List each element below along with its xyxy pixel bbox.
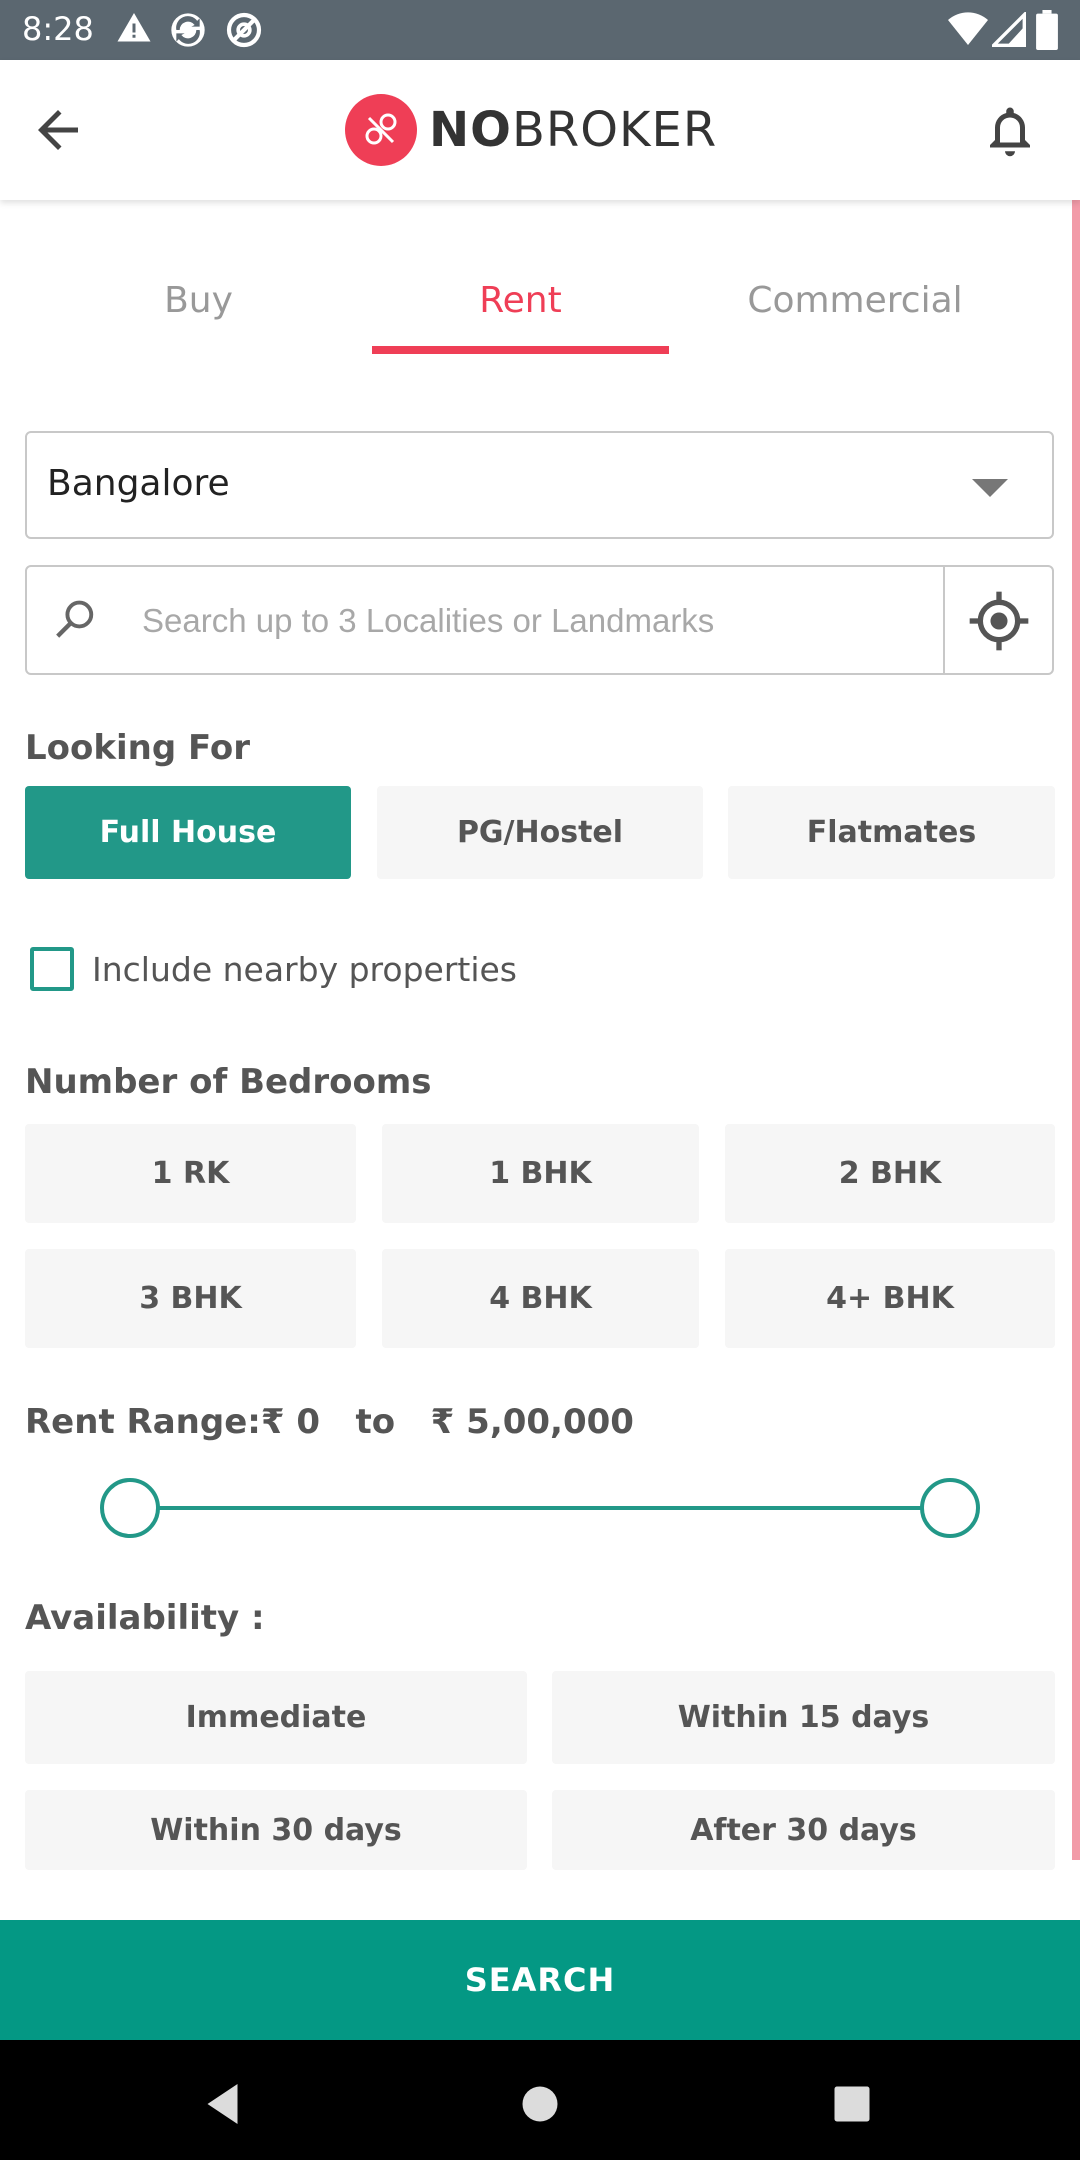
bedroom-option-4plus-bhk[interactable]: 4+ BHK: [725, 1249, 1055, 1348]
availability-within-15-days[interactable]: Within 15 days: [552, 1671, 1055, 1764]
nav-back-button[interactable]: [195, 2074, 255, 2134]
bedroom-option-1rk[interactable]: 1 RK: [25, 1124, 356, 1223]
slider-thumb-max[interactable]: [920, 1478, 980, 1538]
active-tab-indicator: [372, 346, 669, 354]
availability-after-30-days[interactable]: After 30 days: [552, 1790, 1055, 1870]
looking-for-pg-hostel[interactable]: PG/Hostel: [377, 786, 703, 879]
notification-button[interactable]: [980, 100, 1040, 160]
wifi-icon: [948, 12, 988, 53]
status-time: 8:28: [22, 10, 94, 48]
rent-range-slider[interactable]: [100, 1478, 980, 1538]
bedroom-option-4bhk[interactable]: 4 BHK: [382, 1249, 699, 1348]
include-nearby-label: Include nearby properties: [92, 949, 517, 989]
rent-range-label: Rent Range:₹ 0 to ₹ 5,00,000: [25, 1402, 634, 1442]
triangle-back-icon: [207, 2084, 238, 2124]
tab-rent[interactable]: Rent: [372, 280, 669, 340]
city-select[interactable]: Bangalore: [25, 431, 1054, 539]
availability-label: Availability :: [25, 1598, 265, 1638]
search-input[interactable]: [142, 587, 942, 655]
slider-track: [130, 1506, 950, 1510]
locality-search: [25, 565, 1054, 675]
rent-range-min: ₹ 0: [260, 1402, 321, 1442]
search-divider: [943, 567, 945, 673]
availability-within-30-days[interactable]: Within 30 days: [25, 1790, 527, 1870]
logo-mark-icon: [345, 94, 417, 166]
nav-recents-button[interactable]: [822, 2074, 882, 2134]
chevron-down-icon: [972, 479, 1008, 497]
system-nav-bar: [0, 2040, 1080, 2160]
warning-icon: [116, 10, 152, 51]
city-select-value: Bangalore: [47, 463, 230, 504]
bedroom-option-1bhk[interactable]: 1 BHK: [382, 1124, 699, 1223]
signal-icon: [989, 10, 1026, 53]
sync-icon: [168, 10, 208, 55]
nav-home-button[interactable]: [510, 2074, 570, 2134]
nobroker-logo: NOBROKER: [345, 94, 717, 166]
search-icon: [49, 595, 101, 647]
tab-buy[interactable]: Buy: [0, 280, 397, 340]
rent-range-max: ₹ 5,00,000: [430, 1402, 634, 1442]
include-nearby-row[interactable]: Include nearby properties: [30, 946, 517, 992]
bedrooms-label: Number of Bedrooms: [25, 1062, 432, 1102]
bell-icon: [990, 107, 1030, 157]
tab-commercial[interactable]: Commercial: [700, 280, 1010, 340]
search-button[interactable]: SEARCH: [0, 1920, 1080, 2040]
app-bar: NOBROKER: [0, 60, 1080, 200]
looking-for-flatmates[interactable]: Flatmates: [728, 786, 1055, 879]
back-button[interactable]: [28, 100, 88, 160]
arrow-left-icon: [38, 110, 78, 150]
bedroom-option-2bhk[interactable]: 2 BHK: [725, 1124, 1055, 1223]
circle-home-icon: [522, 2086, 558, 2122]
scroll-indicator: [1072, 200, 1080, 1860]
logo-text: NOBROKER: [429, 102, 718, 158]
availability-immediate[interactable]: Immediate: [25, 1671, 527, 1764]
looking-for-full-house[interactable]: Full House: [25, 786, 351, 879]
rent-range-title: Rent Range:: [25, 1402, 261, 1442]
property-type-tabs: Buy Rent Commercial: [0, 250, 1080, 360]
battery-icon: [1036, 10, 1058, 55]
square-recents-icon: [834, 2086, 870, 2122]
looking-for-label: Looking For: [25, 728, 251, 768]
current-location-button[interactable]: [967, 589, 1031, 653]
rent-range-to: to: [355, 1402, 396, 1442]
no-location-icon: [224, 10, 264, 55]
slider-thumb-min[interactable]: [100, 1478, 160, 1538]
status-bar: 8:28: [0, 0, 1080, 60]
bedroom-option-3bhk[interactable]: 3 BHK: [25, 1249, 356, 1348]
include-nearby-checkbox[interactable]: [30, 947, 74, 991]
crosshair-location-icon: [969, 591, 1029, 651]
